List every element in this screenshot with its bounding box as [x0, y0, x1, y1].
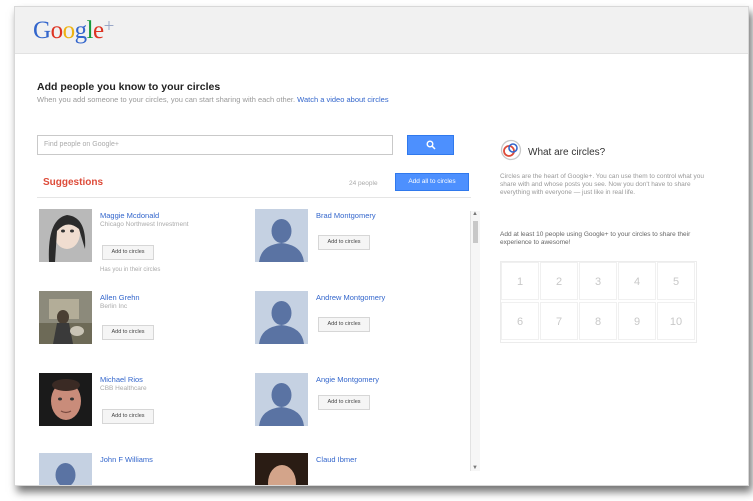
progress-cell: 2: [540, 262, 578, 300]
page-title: Add people you know to your circles: [37, 81, 221, 93]
progress-cell: 6: [501, 302, 539, 340]
default-avatar-icon: [255, 291, 308, 344]
suggestion-card: Claud Ibmer: [255, 453, 455, 485]
progress-cell: 8: [579, 302, 617, 340]
progress-cell: 7: [540, 302, 578, 340]
suggestion-card: Maggie Mcdonald Chicago Northwest Invest…: [39, 209, 239, 289]
add-to-circles-button[interactable]: Add to circles: [318, 317, 370, 332]
scroll-thumb[interactable]: [473, 221, 478, 243]
sidebar-title: What are circles?: [528, 147, 606, 158]
default-avatar-icon: [39, 453, 92, 485]
avatar-placeholder[interactable]: [255, 291, 308, 344]
scroll-down-icon[interactable]: ▼: [472, 465, 478, 471]
suggestion-card: Brad Montgomery Add to circles: [255, 209, 455, 289]
person-description: Chicago Northwest Investment: [100, 221, 189, 228]
search-button[interactable]: [407, 135, 454, 155]
progress-cell: 3: [579, 262, 617, 300]
person-meta: Has you in their circles: [100, 267, 161, 273]
avatar-placeholder[interactable]: [255, 209, 308, 262]
about-circles-link[interactable]: about circles: [347, 95, 389, 104]
divider: [37, 197, 471, 198]
avatar-placeholder[interactable]: [39, 453, 92, 485]
default-avatar-icon: [255, 373, 308, 426]
avatar[interactable]: [39, 291, 92, 344]
person-name[interactable]: John F Williams: [100, 455, 153, 464]
google-plus-logo[interactable]: Google+: [33, 16, 114, 45]
suggestions-count: 24 people: [349, 180, 378, 187]
default-avatar-icon: [255, 209, 308, 262]
add-to-circles-button[interactable]: Add to circles: [102, 245, 154, 260]
progress-cell: 1: [501, 262, 539, 300]
sidebar-instruction: Add at least 10 people using Google+ to …: [500, 231, 691, 246]
add-all-to-circles-button[interactable]: Add all to circles: [395, 173, 469, 191]
person-name[interactable]: Brad Montgomery: [316, 211, 376, 220]
suggestion-card: Michael Rios CBB Healthcare Add to circl…: [39, 373, 239, 453]
avatar[interactable]: [39, 209, 92, 262]
progress-grid: 1 2 3 4 5 6 7 8 9 10: [500, 261, 697, 343]
browser-window: Google+ Add people you know to your circ…: [14, 6, 749, 486]
suggestion-card: Andrew Montgomery Add to circles: [255, 291, 455, 371]
sidebar-description: Circles are the heart of Google+. You ca…: [500, 173, 704, 196]
suggestion-card: Allen Grehn Berlin Inc Add to circles: [39, 291, 239, 371]
add-to-circles-button[interactable]: Add to circles: [318, 235, 370, 250]
page-subtitle: When you add someone to your circles, yo…: [37, 95, 389, 104]
search-input[interactable]: Find people on Google+: [37, 135, 393, 155]
progress-cell: 10: [657, 302, 695, 340]
person-name[interactable]: Andrew Montgomery: [316, 293, 385, 302]
add-to-circles-button[interactable]: Add to circles: [102, 409, 154, 424]
suggestion-card: John F Williams: [39, 453, 239, 485]
add-to-circles-button[interactable]: Add to circles: [102, 325, 154, 340]
person-description: CBB Healthcare: [100, 385, 147, 392]
scroll-up-icon[interactable]: ▲: [472, 211, 478, 217]
avatar-placeholder[interactable]: [255, 373, 308, 426]
top-bar: Google+: [15, 7, 748, 54]
add-to-circles-button[interactable]: Add to circles: [318, 395, 370, 410]
progress-cell: 4: [618, 262, 656, 300]
person-name[interactable]: Maggie Mcdonald: [100, 211, 159, 220]
avatar[interactable]: [39, 373, 92, 426]
person-name[interactable]: Allen Grehn: [100, 293, 140, 302]
circles-icon: [500, 139, 522, 166]
suggestion-card: Angie Montgomery Add to circles: [255, 373, 455, 453]
progress-cell: 9: [618, 302, 656, 340]
person-name[interactable]: Claud Ibmer: [316, 455, 357, 464]
search-icon: [426, 140, 436, 150]
progress-cell: 5: [657, 262, 695, 300]
suggestions-scrollbar[interactable]: ▲ ▼: [470, 211, 480, 471]
avatar[interactable]: [255, 453, 308, 485]
watch-video-link[interactable]: Watch a video: [297, 95, 344, 104]
person-name[interactable]: Angie Montgomery: [316, 375, 379, 384]
suggestions-heading: Suggestions: [43, 177, 104, 188]
person-description: Berlin Inc: [100, 303, 128, 310]
person-name[interactable]: Michael Rios: [100, 375, 143, 384]
